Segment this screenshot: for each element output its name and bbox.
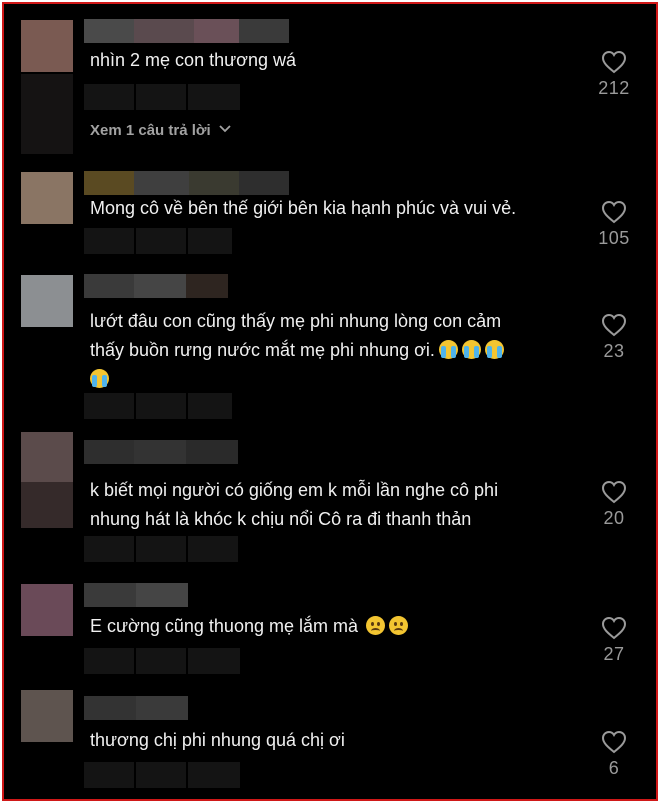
username-blurred[interactable]: [84, 171, 289, 195]
username-blurred[interactable]: [84, 583, 188, 607]
avatar-blur: [21, 74, 73, 154]
comment-text-line-content: thấy buồn rưng nước mắt mẹ phi nhung ơi.: [90, 340, 435, 360]
chevron-down-icon: [219, 120, 231, 137]
comment-text-content: E cường cũng thuong mẹ lắm mà: [90, 616, 358, 636]
comment-text-line2: thấy buồn rưng nước mắt mẹ phi nhung ơi.: [90, 336, 580, 365]
like-count: 105: [598, 228, 630, 248]
avatar[interactable]: [21, 432, 73, 484]
meta-blurred: [84, 648, 242, 674]
comment-text-line: k biết mọi người có giống em k mỗi lần n…: [90, 480, 499, 500]
loudly-crying-face-icon: [90, 369, 109, 388]
username-blurred[interactable]: [84, 274, 228, 298]
avatar-blur: [21, 482, 73, 528]
heart-outline-icon: [601, 200, 627, 224]
frowning-face-icon: [366, 616, 385, 635]
like-button[interactable]: 6: [588, 730, 640, 779]
meta-blurred: [84, 762, 242, 788]
avatar[interactable]: [21, 172, 73, 224]
comment-text: lướt đâu con cũng thấy mẹ phi nhung lòng…: [90, 307, 580, 394]
like-count: 6: [608, 758, 620, 778]
comment-item: thương chị phi nhung quá chị ơi 6: [4, 682, 656, 799]
like-count: 212: [598, 78, 630, 98]
avatar[interactable]: [21, 584, 73, 636]
meta-blurred: [84, 228, 234, 254]
meta-blurred: [84, 393, 234, 419]
meta-blurred: [84, 84, 242, 110]
username-blurred[interactable]: [84, 19, 289, 43]
comment-text-line: lướt đâu con cũng thấy mẹ phi nhung lòng…: [90, 311, 502, 331]
comment-item: E cường cũng thuong mẹ lắm mà 27: [4, 576, 656, 686]
like-count: 27: [603, 644, 625, 664]
frowning-face-icon: [389, 616, 408, 635]
heart-outline-icon: [601, 480, 627, 504]
comment-item: lướt đâu con cũng thấy mẹ phi nhung lòng…: [4, 267, 656, 427]
comment-text-line3: [90, 365, 580, 394]
heart-outline-icon: [601, 313, 627, 337]
avatar[interactable]: [21, 690, 73, 742]
avatar[interactable]: [21, 20, 73, 72]
like-button[interactable]: 27: [588, 616, 640, 665]
view-replies-button[interactable]: Xem 1 câu trả lời: [90, 122, 231, 139]
loudly-crying-face-icon: [461, 340, 481, 359]
comment-text-line: nhung hát là khóc k chịu nổi Cô ra đi th…: [90, 509, 472, 529]
like-button[interactable]: 105: [588, 200, 640, 249]
view-replies-label: Xem 1 câu trả lời: [90, 122, 211, 139]
like-count: 20: [603, 508, 625, 528]
comment-item: nhìn 2 mẹ con thương wá Xem 1 câu trả lờ…: [4, 12, 656, 162]
comment-item: Mong cô về bên thế giới bên kia hạnh phú…: [4, 164, 656, 272]
heart-outline-icon: [601, 50, 627, 74]
like-button[interactable]: 23: [588, 313, 640, 362]
heart-outline-icon: [601, 730, 627, 754]
comment-item: k biết mọi người có giống em k mỗi lần n…: [4, 424, 656, 584]
heart-outline-icon: [601, 616, 627, 640]
comment-text: Mong cô về bên thế giới bên kia hạnh phú…: [90, 198, 517, 218]
loudly-crying-face-icon: [484, 340, 504, 359]
like-count: 23: [603, 341, 625, 361]
comment-text: nhìn 2 mẹ con thương wá: [90, 50, 296, 70]
meta-blurred: [84, 536, 240, 562]
avatar[interactable]: [21, 275, 73, 327]
like-button[interactable]: 20: [588, 480, 640, 529]
loudly-crying-face-icon: [438, 340, 458, 359]
comment-list: nhìn 2 mẹ con thương wá Xem 1 câu trả lờ…: [2, 2, 658, 801]
username-blurred[interactable]: [84, 440, 238, 464]
comment-text: thương chị phi nhung quá chị ơi: [90, 730, 345, 750]
comment-text: E cường cũng thuong mẹ lắm mà: [90, 612, 580, 641]
comment-text: k biết mọi người có giống em k mỗi lần n…: [90, 476, 580, 534]
username-blurred[interactable]: [84, 696, 188, 720]
like-button[interactable]: 212: [588, 50, 640, 99]
